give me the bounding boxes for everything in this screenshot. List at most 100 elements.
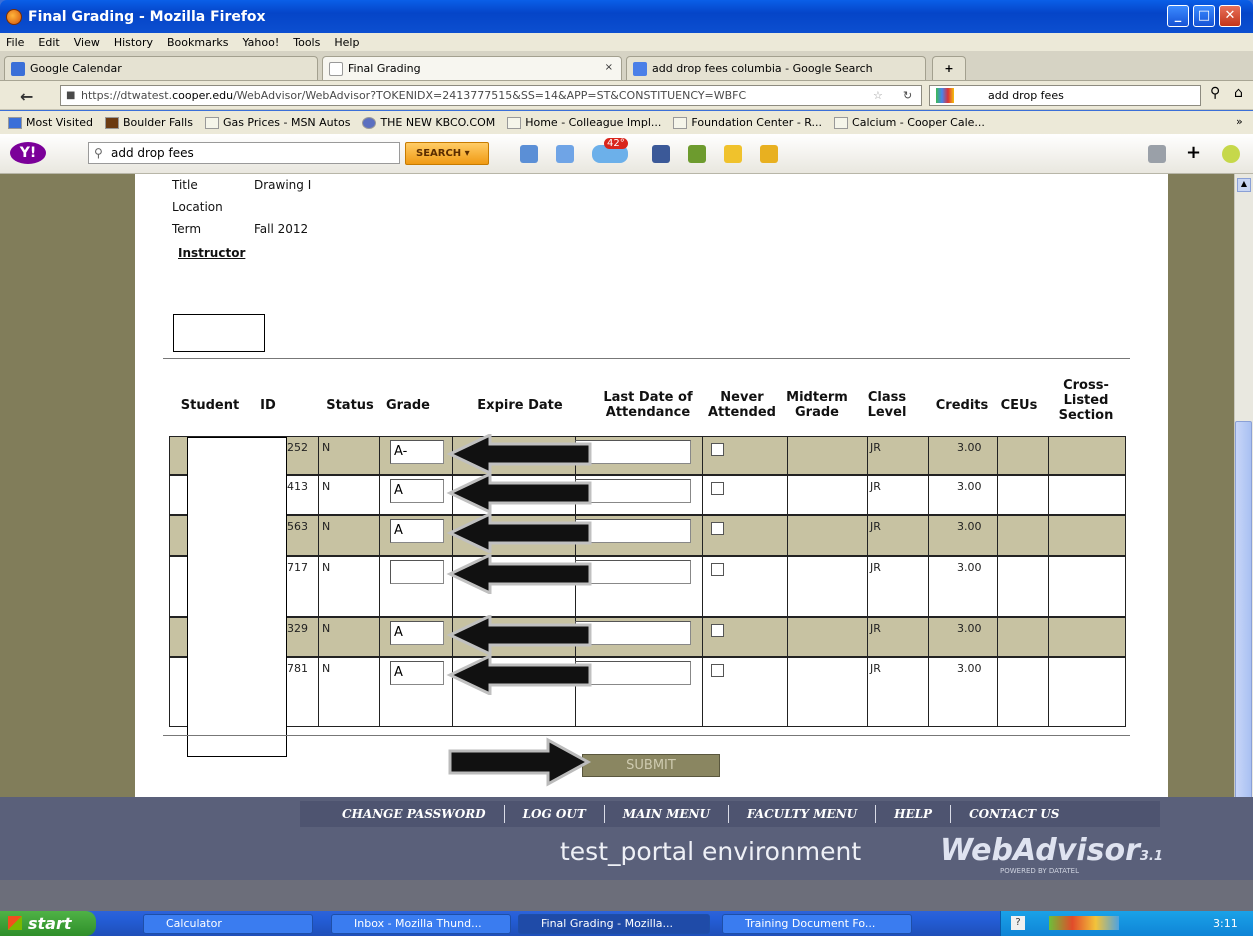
home-icon[interactable]: ⌂ bbox=[1234, 85, 1243, 101]
bookmark-colleague[interactable]: Home - Colleague Impl... bbox=[507, 116, 661, 129]
bookmark-most-visited[interactable]: Most Visited bbox=[8, 116, 93, 129]
tab-google-calendar[interactable]: Google Calendar bbox=[4, 56, 318, 80]
never-attended-checkbox[interactable] bbox=[711, 443, 724, 456]
cell-divider bbox=[997, 557, 998, 616]
task-firefox[interactable]: Final Grading - Mozilla... bbox=[518, 914, 710, 934]
new-tab-button[interactable]: + bbox=[932, 56, 966, 80]
star-icon[interactable]: ☆ bbox=[873, 86, 883, 105]
menu-view[interactable]: View bbox=[74, 36, 100, 49]
powered-by: POWERED BY DATATEL bbox=[1000, 867, 1079, 875]
footer-navigation: CHANGE PASSWORD LOG OUT MAIN MENU FACULT… bbox=[300, 801, 1160, 827]
menu-bookmarks[interactable]: Bookmarks bbox=[167, 36, 228, 49]
annotation-arrow-icon bbox=[446, 655, 592, 695]
tab-close-icon[interactable]: × bbox=[605, 62, 613, 73]
bookmarks-overflow-icon[interactable]: » bbox=[1236, 115, 1243, 128]
never-attended-checkbox[interactable] bbox=[711, 522, 724, 535]
brand-version: 3.1 bbox=[1139, 849, 1163, 864]
menu-bar: File Edit View History Bookmarks Yahoo! … bbox=[0, 33, 1253, 51]
never-attended-checkbox[interactable] bbox=[711, 482, 724, 495]
student-id: 413 bbox=[287, 480, 308, 493]
never-attended-checkbox[interactable] bbox=[711, 664, 724, 677]
yahoo-search-input[interactable]: ⚲ add drop fees bbox=[88, 142, 400, 164]
menu-help[interactable]: Help bbox=[334, 36, 359, 49]
menu-yahoo[interactable]: Yahoo! bbox=[242, 36, 279, 49]
yahoo-logo-icon[interactable]: Y! bbox=[10, 142, 46, 164]
task-label: Calculator bbox=[166, 917, 222, 930]
cell-divider bbox=[928, 658, 929, 726]
footer-separator bbox=[727, 805, 729, 823]
task-training-doc[interactable]: Training Document Fo... bbox=[722, 914, 912, 934]
bookmark-icon bbox=[507, 116, 522, 129]
grade-input[interactable]: A bbox=[390, 479, 444, 503]
start-button[interactable]: start bbox=[0, 911, 96, 936]
google-engine-icon[interactable] bbox=[936, 88, 954, 103]
yahoo-search-button[interactable]: SEARCH ▾ bbox=[405, 142, 489, 165]
close-window-button[interactable]: ✕ bbox=[1219, 5, 1241, 27]
mail-icon[interactable] bbox=[556, 145, 574, 163]
status-value: N bbox=[322, 480, 331, 493]
menu-tools[interactable]: Tools bbox=[293, 36, 320, 49]
grade-input[interactable]: A bbox=[390, 661, 444, 685]
bookmark-boulder-falls[interactable]: Boulder Falls bbox=[104, 116, 193, 129]
bookmark-icon bbox=[362, 116, 377, 129]
notes-icon[interactable] bbox=[760, 145, 778, 163]
bookmark-foundation[interactable]: Foundation Center - R... bbox=[673, 116, 822, 129]
weather-icon[interactable]: 42° bbox=[592, 138, 628, 163]
search-magnifier-icon[interactable]: ⚲ bbox=[1210, 85, 1220, 101]
submit-button[interactable]: SUBMIT bbox=[582, 754, 720, 777]
cell-divider bbox=[379, 618, 380, 656]
minimize-button[interactable]: _ bbox=[1167, 5, 1189, 27]
calendar-icon bbox=[11, 61, 25, 76]
facebook-icon[interactable] bbox=[652, 145, 670, 163]
tab-google-search[interactable]: add drop fees columbia - Google Search bbox=[626, 56, 926, 80]
tab-final-grading[interactable]: Final Grading × bbox=[322, 56, 622, 80]
cell-divider bbox=[867, 618, 868, 656]
class-level-value: JR bbox=[870, 441, 881, 454]
cell-divider bbox=[787, 557, 788, 616]
divider-bottom bbox=[163, 735, 1130, 736]
bookmark-gas-prices[interactable]: Gas Prices - MSN Autos bbox=[204, 116, 350, 129]
bookmarks-toolbar: Most Visited Boulder Falls Gas Prices - … bbox=[0, 111, 1253, 134]
addon-icon[interactable] bbox=[1222, 145, 1240, 163]
search-engine-box[interactable]: add drop fees bbox=[929, 85, 1201, 106]
class-level-value: JR bbox=[870, 622, 881, 635]
notepad-icon[interactable] bbox=[520, 145, 538, 163]
menu-edit[interactable]: Edit bbox=[38, 36, 59, 49]
title-value: Drawing I bbox=[254, 178, 312, 192]
cell-divider bbox=[1048, 437, 1049, 474]
never-attended-checkbox[interactable] bbox=[711, 624, 724, 637]
log-out-link[interactable]: LOG OUT bbox=[523, 807, 586, 821]
bookmark-calcium[interactable]: Calcium - Cooper Cale... bbox=[834, 116, 985, 129]
reload-icon[interactable]: ↻ bbox=[903, 86, 912, 105]
annotation-arrow-icon bbox=[446, 554, 592, 594]
help-tray-icon[interactable]: ? bbox=[1011, 916, 1025, 930]
never-attended-checkbox[interactable] bbox=[711, 563, 724, 576]
task-calculator[interactable]: Calculator bbox=[143, 914, 313, 934]
scrollbar-thumb[interactable] bbox=[1235, 421, 1252, 841]
menu-file[interactable]: File bbox=[6, 36, 24, 49]
grade-input[interactable]: A- bbox=[390, 440, 444, 464]
cell-divider bbox=[379, 437, 380, 474]
bookmark-kbco[interactable]: THE NEW KBCO.COM bbox=[362, 116, 495, 129]
grade-input[interactable] bbox=[390, 560, 444, 584]
grade-input[interactable]: A bbox=[390, 621, 444, 645]
main-menu-link[interactable]: MAIN MENU bbox=[623, 807, 710, 821]
scroll-up-icon[interactable]: ▲ bbox=[1237, 178, 1251, 192]
grade-input[interactable]: A bbox=[390, 519, 444, 543]
contact-us-link[interactable]: CONTACT US bbox=[969, 807, 1059, 821]
change-password-link[interactable]: CHANGE PASSWORD bbox=[342, 807, 486, 821]
menu-history[interactable]: History bbox=[114, 36, 153, 49]
start-label: start bbox=[28, 914, 72, 933]
games-icon[interactable] bbox=[688, 145, 706, 163]
toolbar-menu-icon[interactable] bbox=[1148, 145, 1166, 163]
ebay-icon[interactable] bbox=[724, 145, 742, 163]
add-icon[interactable]: + bbox=[1186, 142, 1201, 163]
maximize-button[interactable]: □ bbox=[1193, 5, 1215, 27]
faculty-menu-link[interactable]: FACULTY MENU bbox=[747, 807, 857, 821]
help-link[interactable]: HELP bbox=[894, 807, 932, 821]
student-names-redaction bbox=[187, 437, 287, 757]
back-arrow-icon[interactable]: ← bbox=[20, 87, 33, 106]
tray-icons[interactable] bbox=[1049, 916, 1119, 930]
task-thunderbird[interactable]: Inbox - Mozilla Thund... bbox=[331, 914, 511, 934]
url-bar[interactable]: ■ https://dtwatest.cooper.edu/WebAdvisor… bbox=[60, 85, 922, 106]
